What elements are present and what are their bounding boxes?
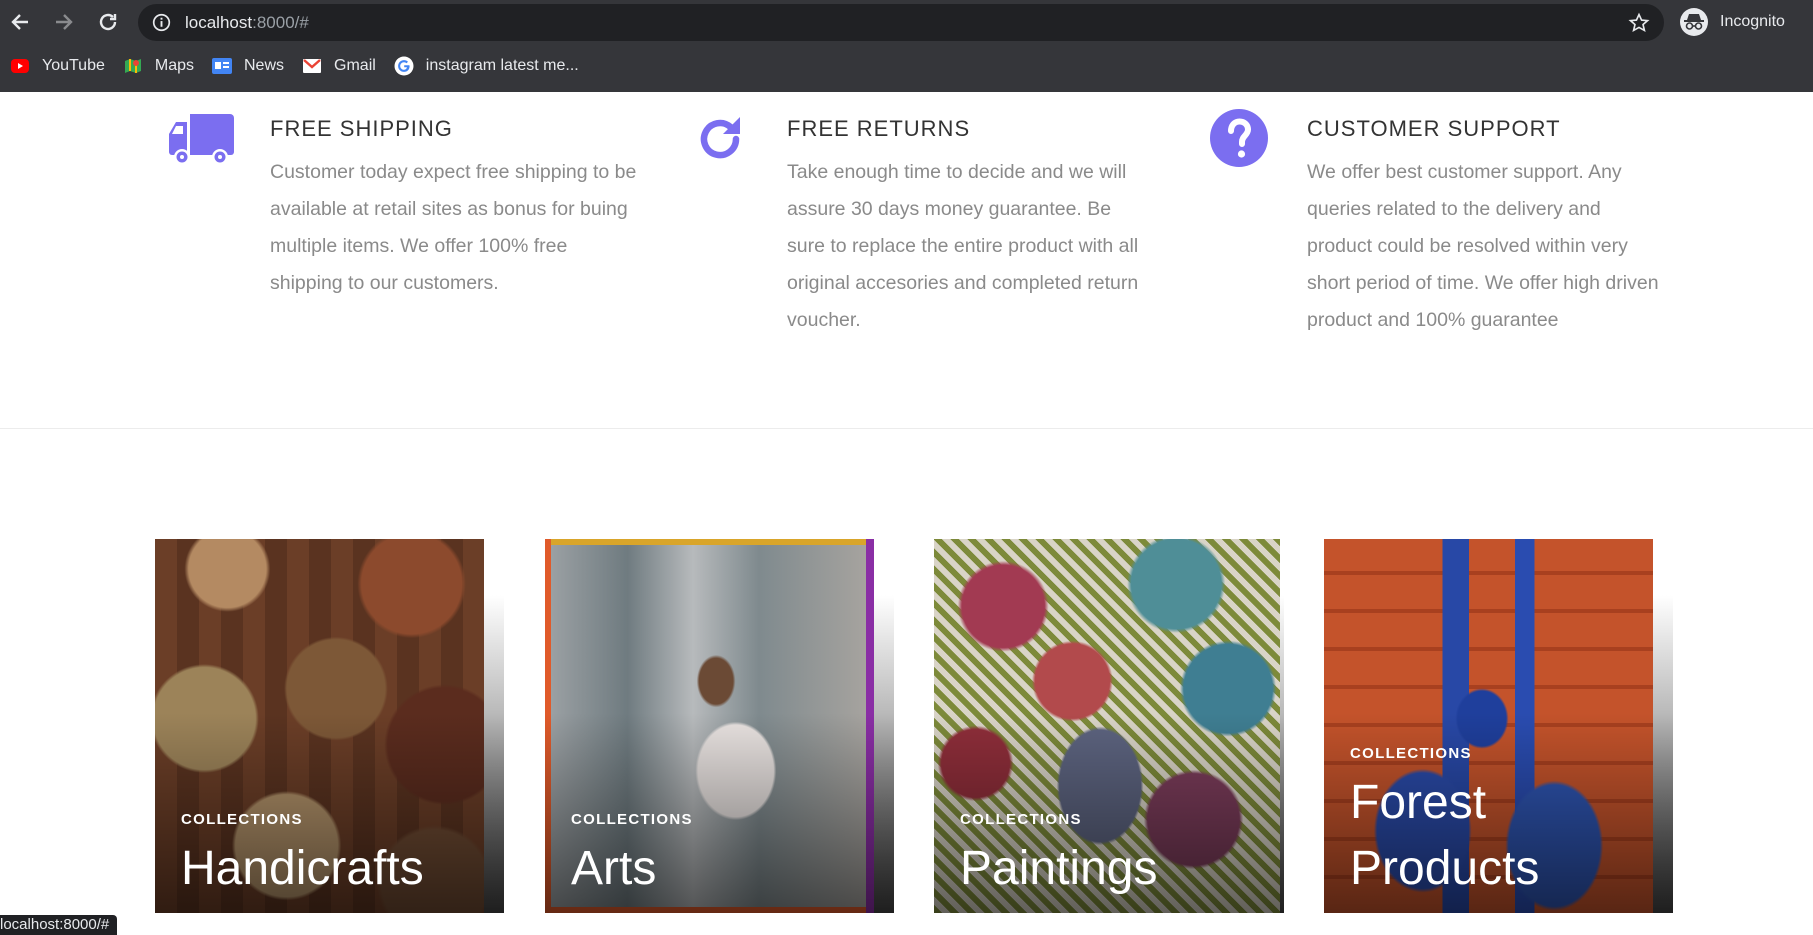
maps-icon — [123, 56, 143, 76]
info-icon[interactable] — [152, 13, 171, 32]
bookmark-youtube[interactable]: YouTube — [10, 56, 105, 76]
collection-title-line-2: Products — [1350, 842, 1540, 895]
bookmark-label: Maps — [154, 57, 194, 74]
features-section: FREE SHIPPING Customer today expect free… — [0, 92, 1813, 429]
feature-description: Take enough time to decide and we will a… — [787, 161, 1139, 331]
collection-title-line-1: Forest — [1350, 776, 1487, 829]
bookmark-label: YouTube — [42, 57, 105, 74]
feature-title: FREE SHIPPING — [270, 116, 453, 141]
collection-card-handicrafts[interactable]: COLLECTIONS Handicrafts — [155, 539, 504, 913]
bookmark-label: instagram latest me... — [425, 57, 579, 74]
bookmark-news[interactable]: News — [212, 56, 284, 76]
reload-button[interactable] — [92, 6, 124, 38]
bookmarks-bar: YouTube Maps News Gmail instagram latest… — [0, 50, 587, 82]
collection-card-forest-products[interactable]: COLLECTIONS Forest Products — [1324, 539, 1673, 913]
bookmark-label: Gmail — [334, 57, 376, 74]
incognito-profile[interactable]: Incognito — [1680, 5, 1785, 39]
bookmark-gmail[interactable]: Gmail — [302, 56, 376, 76]
browser-toolbar: localhost:8000/# Incognito YouTube Maps … — [0, 0, 1813, 92]
collection-kicker: COLLECTIONS — [571, 811, 693, 828]
feature-title: FREE RETURNS — [787, 116, 971, 141]
url-text[interactable]: localhost:8000/# — [185, 13, 309, 33]
collection-title: Arts — [571, 842, 657, 895]
collection-card-arts[interactable]: COLLECTIONS Arts — [545, 539, 894, 913]
url-host: localhost — [185, 13, 253, 32]
gmail-icon — [302, 56, 322, 76]
collection-kicker: COLLECTIONS — [1350, 745, 1472, 762]
feature-description: Customer today expect free shipping to b… — [270, 161, 637, 294]
news-icon — [212, 56, 232, 76]
collection-card-paintings[interactable]: COLLECTIONS Paintings — [934, 539, 1284, 913]
back-arrow-icon — [11, 14, 28, 30]
incognito-icon — [1680, 8, 1708, 36]
question-icon — [1210, 109, 1268, 167]
address-bar[interactable]: localhost:8000/# — [138, 4, 1664, 41]
collection-kicker: COLLECTIONS — [181, 811, 303, 828]
bookmark-maps[interactable]: Maps — [123, 56, 194, 76]
collection-title: Paintings — [960, 842, 1158, 895]
feature-description: We offer best customer support. Any quer… — [1307, 161, 1659, 331]
truck-icon — [169, 114, 234, 165]
forward-button[interactable] — [48, 6, 80, 38]
status-bar-url: localhost:8000/# — [0, 915, 118, 935]
url-port-path: :8000/# — [252, 13, 309, 32]
feature-title: CUSTOMER SUPPORT — [1307, 116, 1561, 141]
incognito-label: Incognito — [1720, 13, 1785, 30]
collection-kicker: COLLECTIONS — [960, 811, 1082, 828]
bookmark-star-icon[interactable] — [1628, 12, 1650, 34]
youtube-icon — [10, 56, 30, 76]
reload-icon — [99, 13, 117, 31]
forward-arrow-icon — [56, 14, 73, 30]
bookmark-instagram[interactable]: instagram latest me... — [394, 56, 579, 76]
back-button[interactable] — [4, 6, 36, 38]
collection-title: Handicrafts — [181, 842, 424, 895]
google-icon — [394, 56, 414, 76]
bookmark-label: News — [244, 57, 285, 74]
refresh-icon — [700, 117, 740, 159]
